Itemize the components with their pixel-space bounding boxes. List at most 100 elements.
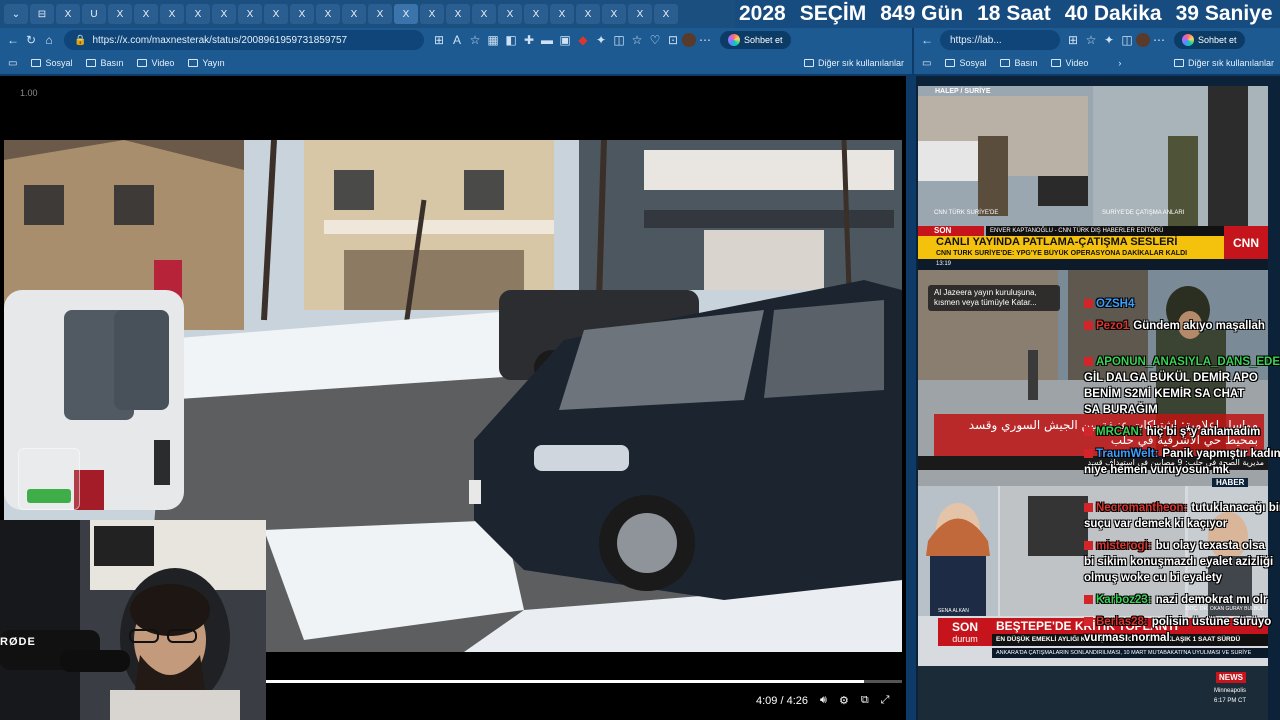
- browser-tab[interactable]: X: [628, 4, 652, 24]
- split-screen-icon[interactable]: ◫: [1118, 33, 1136, 47]
- webcam-overlay: [0, 520, 266, 720]
- extension-icon[interactable]: ▬: [538, 33, 556, 47]
- browser-tab[interactable]: X: [238, 4, 262, 24]
- countdown-year-label: SEÇİM: [799, 2, 867, 25]
- bookmark-folder-basin[interactable]: Basın: [1000, 58, 1037, 68]
- heart-icon[interactable]: ♡: [646, 33, 664, 47]
- browser-tab[interactable]: X: [56, 4, 80, 24]
- chat-message: SA BURAĞIM: [1084, 402, 1158, 418]
- more-icon[interactable]: ⋯: [1150, 33, 1168, 47]
- bookmark-folder-sosyal[interactable]: Sosyal: [31, 58, 72, 68]
- browser-tab[interactable]: X: [160, 4, 184, 24]
- browser-tab[interactable]: X: [290, 4, 314, 24]
- chat-username: Pezo1: [1096, 320, 1130, 332]
- extensions-puzzle-icon[interactable]: ✦: [1100, 33, 1118, 47]
- chat-badge-icon: [1084, 427, 1093, 437]
- browser-tab[interactable]: X: [342, 4, 366, 24]
- right-url-field[interactable]: https://lab...: [940, 30, 1060, 50]
- browser-tab[interactable]: X: [394, 4, 418, 24]
- bookmark-folder-yayin[interactable]: Yayın: [188, 58, 225, 68]
- extension-icon[interactable]: ▣: [556, 33, 574, 47]
- copilot-chat-button[interactable]: Sohbet et: [1174, 31, 1245, 49]
- folder-icon: [945, 59, 956, 67]
- tab-icon[interactable]: ⊞: [430, 33, 448, 47]
- copilot-chat-button[interactable]: Sohbet et: [720, 31, 791, 49]
- bookmark-folder-video[interactable]: Video: [1051, 58, 1088, 68]
- chat-message: Pezo1 Gündem akıyo maşallah: [1084, 318, 1265, 334]
- chat-badge-icon: [1084, 541, 1093, 551]
- browser-tab[interactable]: X: [108, 4, 132, 24]
- chat-message: Necromantheon: tutuklanacağı bir: [1084, 500, 1280, 516]
- home-icon[interactable]: ⌂: [40, 33, 58, 47]
- favorite-icon[interactable]: ☆: [1082, 33, 1100, 47]
- chat-text: BENİM S2Mİ KEMİR SA CHAT: [1084, 388, 1245, 400]
- extension-icon[interactable]: ✚: [520, 33, 538, 47]
- overlay-widget: [18, 448, 80, 510]
- chat-username: APONUN_ANASIYLA_DANS_EDEN:: [1096, 356, 1280, 368]
- browser-tab[interactable]: X: [134, 4, 158, 24]
- favorites-icon[interactable]: ☆: [628, 33, 646, 47]
- left-url-field[interactable]: 🔒 https://x.com/maxnesterak/status/20089…: [64, 30, 424, 50]
- browser-tab[interactable]: X: [420, 4, 444, 24]
- screenshot-icon[interactable]: ⊡: [664, 33, 682, 47]
- folder-icon: [31, 59, 42, 67]
- profile-avatar[interactable]: [682, 33, 696, 47]
- pip-icon[interactable]: ⧉: [861, 694, 869, 707]
- back-icon[interactable]: ←: [918, 33, 936, 47]
- fullscreen-icon[interactable]: ⤢: [881, 694, 890, 707]
- browser-tab[interactable]: X: [316, 4, 340, 24]
- settings-gear-icon[interactable]: ⚙: [839, 694, 849, 707]
- chat-badge-icon: [1084, 503, 1093, 513]
- browser-tab[interactable]: ⌄: [4, 4, 28, 24]
- browser-tab[interactable]: X: [498, 4, 522, 24]
- favorite-icon[interactable]: ☆: [466, 33, 484, 47]
- browser-tab[interactable]: X: [472, 4, 496, 24]
- extensions-puzzle-icon[interactable]: ✦: [592, 33, 610, 47]
- browser-tab[interactable]: X: [368, 4, 392, 24]
- chat-text: Panik yapmıştır kadın: [1162, 448, 1280, 460]
- volume-icon[interactable]: 🔊︎: [820, 694, 827, 707]
- extension-icon[interactable]: ▦: [484, 33, 502, 47]
- news1-subline: CNN TÜRK SURİYE'DE: YPG'YE BÜYÜK OPERASY…: [918, 249, 1224, 259]
- bookmark-folder-basin[interactable]: Basın: [86, 58, 123, 68]
- extension-icon[interactable]: ◆: [574, 33, 592, 47]
- refresh-icon[interactable]: ↻: [22, 33, 40, 47]
- bookmark-folder-sosyal[interactable]: Sosyal: [945, 58, 986, 68]
- split-screen-icon[interactable]: ◫: [610, 33, 628, 47]
- sidebar-toggle-icon[interactable]: ▭: [922, 58, 931, 69]
- read-aloud-icon[interactable]: A: [448, 33, 466, 47]
- countdown-seconds: 39 Saniye: [1175, 2, 1273, 25]
- other-bookmarks[interactable]: Diğer sık kullanılanlar: [1173, 58, 1274, 68]
- cnn-logo: CNN: [1224, 226, 1268, 259]
- chat-text: bu olay texasta olsa: [1155, 540, 1265, 552]
- browser-tab[interactable]: X: [654, 4, 678, 24]
- browser-tab[interactable]: X: [524, 4, 548, 24]
- extension-icon[interactable]: ◧: [502, 33, 520, 47]
- haber-label: HABER: [1212, 478, 1249, 487]
- profile-avatar[interactable]: [1136, 33, 1150, 47]
- browser-tab[interactable]: X: [264, 4, 288, 24]
- browser-tab[interactable]: U: [82, 4, 106, 24]
- browser-tab[interactable]: X: [212, 4, 236, 24]
- chat-message: GİL DALGA BÜKÜL DEMİR APO: [1084, 370, 1258, 386]
- browser-tab[interactable]: ⊟: [30, 4, 54, 24]
- left-bookmarks-bar: ▭ Sosyal Basın Video Yayın Diğer sık kul…: [0, 52, 912, 74]
- browser-tab[interactable]: X: [602, 4, 626, 24]
- tab-icon[interactable]: ⊞: [1064, 33, 1082, 47]
- chat-message: Berlas28: polisin üstüne sürüyo: [1084, 614, 1271, 630]
- browser-tab[interactable]: X: [550, 4, 574, 24]
- other-bookmarks[interactable]: Diğer sık kullanılanlar: [803, 58, 904, 68]
- browser-tab[interactable]: X: [186, 4, 210, 24]
- aljazeera-info-popup[interactable]: Al Jazeera yayın kuruluşuna, kısmen veya…: [928, 285, 1060, 311]
- right-bookmarks-bar: ▭ Sosyal Basın Video › Diğer sık kullanı…: [914, 52, 1280, 74]
- browser-tab[interactable]: X: [576, 4, 600, 24]
- browser-tab[interactable]: X: [446, 4, 470, 24]
- more-icon[interactable]: ⋯: [696, 33, 714, 47]
- chat-message: MRCAN: hiç bi ş*y anlamadım: [1084, 424, 1260, 440]
- back-icon[interactable]: ←: [4, 33, 22, 47]
- bookmark-folder-video[interactable]: Video: [137, 58, 174, 68]
- sidebar-toggle-icon[interactable]: ▭: [8, 58, 17, 69]
- news3-subline2: ANKARA'DA ÇATIŞMALARIN SONLANDIRILMASI, …: [992, 648, 1268, 658]
- streamer-webcam-image: [0, 520, 266, 720]
- chevron-right-icon[interactable]: ›: [1118, 58, 1121, 68]
